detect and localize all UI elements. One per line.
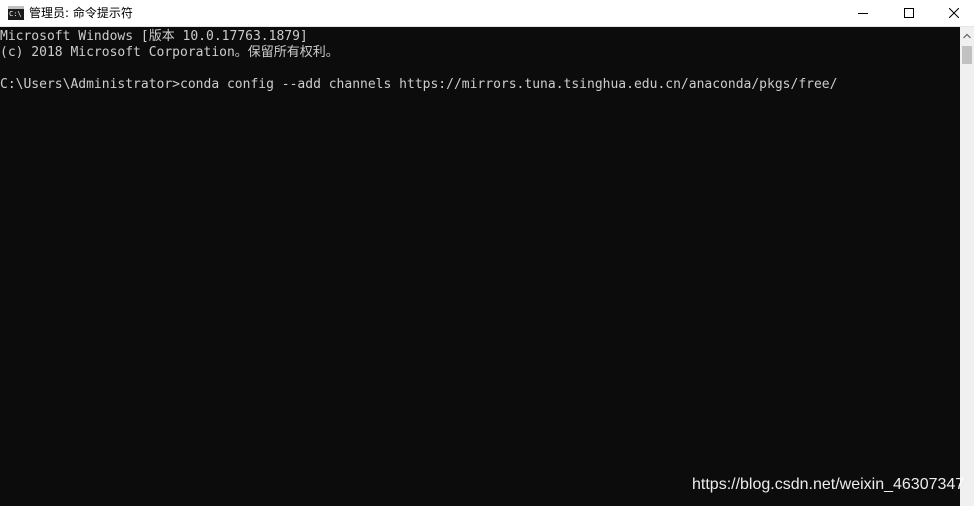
- maximize-button[interactable]: [886, 0, 932, 26]
- console-line-command: C:\Users\Administrator>conda config --ad…: [0, 77, 838, 92]
- watermark-url: https://blog.csdn.net/weixin_46307347: [692, 476, 965, 493]
- title-bar[interactable]: C:\ 管理员: 命令提示符: [0, 0, 974, 27]
- cmd-icon[interactable]: C:\: [8, 6, 24, 20]
- scroll-up-button[interactable]: [960, 27, 974, 44]
- close-button[interactable]: [931, 0, 974, 26]
- console-line-version: Microsoft Windows [版本 10.0.17763.1879]: [0, 29, 308, 44]
- minimize-icon: [858, 13, 868, 14]
- scrollbar-thumb[interactable]: [962, 46, 972, 64]
- command-prompt-window: C:\ 管理员: 命令提示符 Microsoft Windows [版本 10.…: [0, 0, 974, 506]
- maximize-icon: [904, 8, 914, 18]
- console-line-copyright: (c) 2018 Microsoft Corporation。保留所有权利。: [0, 45, 339, 60]
- window-title: 管理员: 命令提示符: [29, 6, 133, 20]
- vertical-scrollbar[interactable]: [960, 27, 974, 506]
- chevron-up-icon: [963, 33, 971, 38]
- close-icon: [949, 8, 959, 18]
- minimize-button[interactable]: [840, 0, 886, 26]
- cmd-icon-text: C:\: [9, 10, 22, 18]
- console-output[interactable]: Microsoft Windows [版本 10.0.17763.1879] (…: [0, 27, 960, 506]
